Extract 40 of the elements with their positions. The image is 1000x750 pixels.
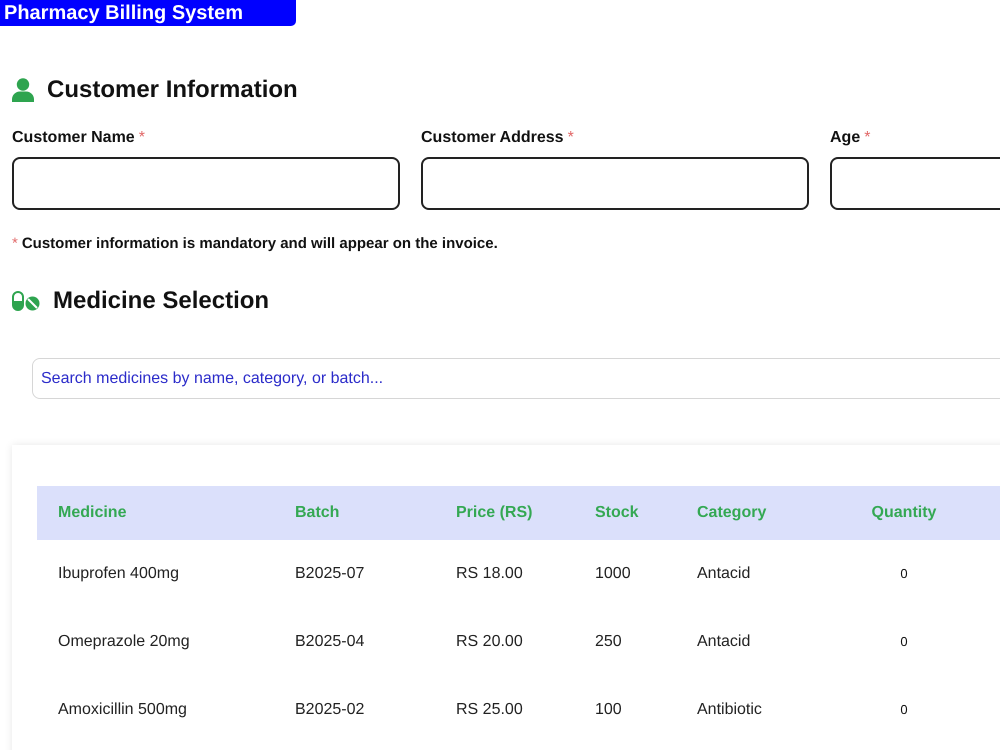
table-cell: B2025-02: [295, 701, 364, 718]
field-label: Customer Name: [12, 128, 135, 148]
table-cell: B2025-04: [295, 633, 364, 650]
field-label: Age: [830, 128, 860, 148]
mandatory-note: Customer information is mandatory and will appear on the invoice.: [22, 234, 498, 254]
table-cell: Antacid: [697, 565, 750, 582]
table-cell: 250: [595, 633, 622, 650]
table-cell: B2025-07: [295, 565, 364, 582]
quantity-input[interactable]: 0: [893, 564, 915, 584]
column-header: Stock: [595, 504, 639, 521]
column-header: Price (RS): [456, 504, 532, 521]
text-input-field[interactable]: [12, 157, 400, 210]
pills-icon: [12, 291, 40, 311]
section-heading: Customer Information: [47, 76, 298, 104]
column-header: Category: [697, 504, 766, 521]
table-cell: RS 20.00: [456, 633, 523, 650]
section-heading: Medicine Selection: [53, 287, 270, 315]
table-cell: Omeprazole 20mg: [58, 633, 190, 650]
table-cell: 1000: [595, 565, 631, 582]
column-header: Batch: [295, 504, 340, 521]
quantity-input[interactable]: 0: [893, 632, 915, 652]
person-icon: [12, 78, 34, 102]
table-cell: Ibuprofen 400mg: [58, 565, 179, 582]
search-field[interactable]: Search medicines by name, category, or batch...: [32, 358, 1000, 399]
table-cell: RS 25.00: [456, 701, 523, 718]
column-header: Quantity: [872, 503, 936, 523]
quantity-input[interactable]: 0: [893, 700, 915, 720]
app-title: Pharmacy Billing System: [4, 1, 243, 25]
field-label: Customer Address: [421, 128, 564, 148]
required-mark: *: [864, 128, 870, 148]
text-input-field[interactable]: [421, 157, 809, 210]
table-cell: Antacid: [697, 633, 750, 650]
required-mark: *: [138, 128, 145, 148]
required-mark: *: [12, 234, 18, 254]
table-cell: RS 18.00: [456, 565, 523, 582]
table-cell: Amoxicillin 500mg: [58, 701, 187, 718]
required-mark: *: [568, 128, 574, 148]
column-header: Medicine: [58, 504, 126, 521]
table-cell: 100: [595, 701, 622, 718]
table-cell: Antibiotic: [697, 701, 762, 718]
